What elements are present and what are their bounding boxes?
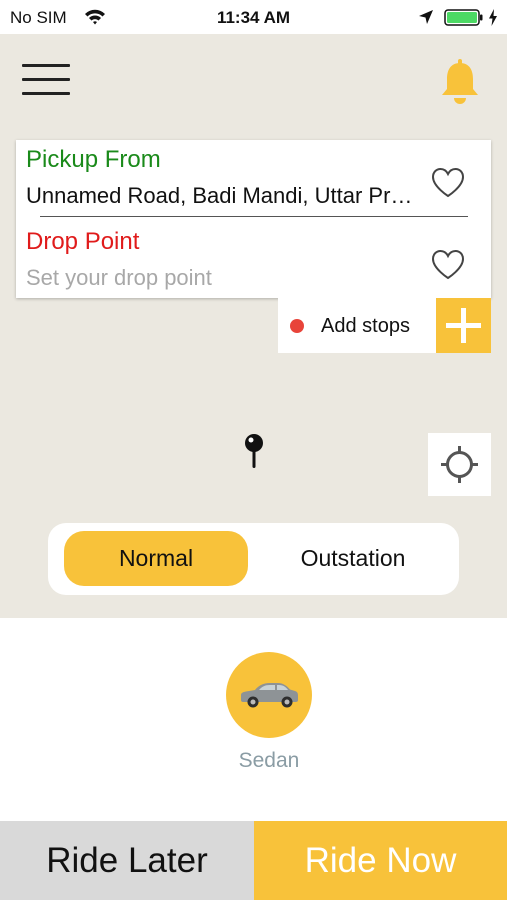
ride-now-button[interactable]: Ride Now: [254, 821, 507, 900]
crosshair-locate-icon: [441, 446, 478, 483]
card-divider: [40, 216, 468, 217]
vehicle-label: Sedan: [238, 749, 300, 772]
drop-point-input[interactable]: [26, 265, 416, 291]
pickup-address[interactable]: Unnamed Road, Badi Mandi, Uttar Pradesh: [26, 183, 416, 209]
plus-icon[interactable]: [436, 298, 491, 353]
trip-type-toggle: Normal Outstation: [48, 523, 459, 595]
locate-me-button[interactable]: [428, 433, 491, 496]
location-arrow-icon: [419, 10, 433, 24]
tab-normal[interactable]: Normal: [64, 531, 248, 586]
red-dot-icon: [290, 319, 304, 333]
heart-outline-icon[interactable]: [431, 249, 465, 281]
heart-outline-icon[interactable]: [431, 167, 465, 199]
map-pin-icon: [245, 434, 263, 468]
menu-button[interactable]: [22, 64, 70, 96]
add-stops-button[interactable]: Add stops: [278, 298, 436, 353]
tab-outstation[interactable]: Outstation: [258, 531, 448, 586]
battery-icon: [444, 9, 483, 26]
pickup-title: Pickup From: [26, 146, 161, 173]
address-card: Pickup From Unnamed Road, Badi Mandi, Ut…: [16, 140, 491, 298]
vehicle-option-sedan[interactable]: Sedan: [218, 650, 320, 778]
status-bar: No SIM 11:34 AM: [0, 0, 507, 34]
ride-later-button[interactable]: Ride Later: [0, 821, 254, 900]
sedan-car-icon: [241, 683, 298, 708]
bell-icon[interactable]: [440, 58, 480, 104]
vehicle-icon-circle: [226, 652, 312, 738]
drop-title: Drop Point: [26, 228, 140, 255]
charging-bolt-icon: [489, 9, 497, 26]
add-stops-label: Add stops: [321, 315, 410, 337]
hamburger-menu-icon: [22, 64, 70, 67]
